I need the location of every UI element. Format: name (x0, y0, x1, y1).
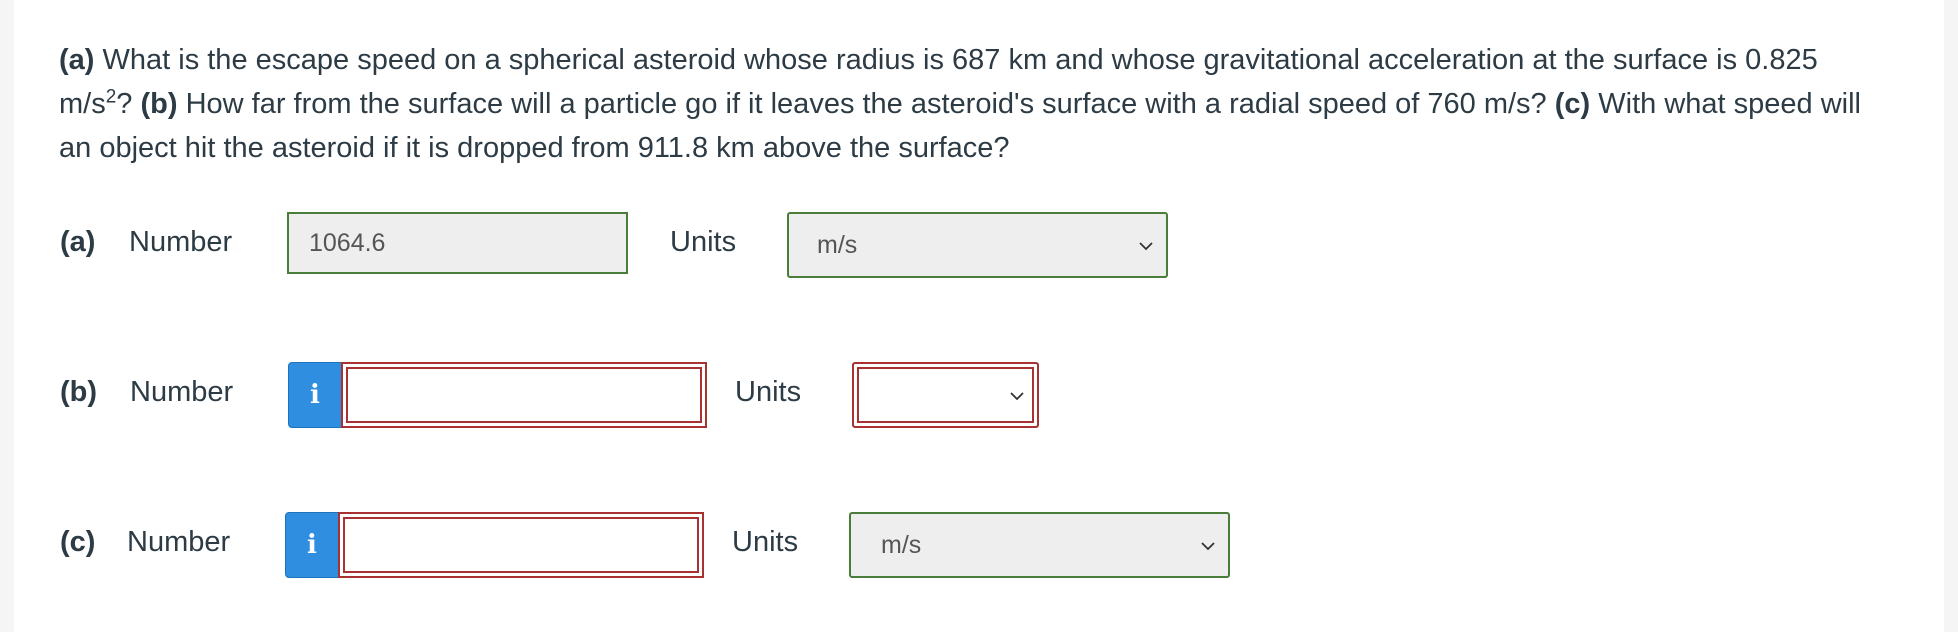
part-label: (b) (60, 376, 98, 408)
chevron-down-icon (1201, 542, 1215, 551)
part-b-text: How far from the surface will a particle… (177, 88, 1555, 120)
units-label: Units (735, 376, 802, 408)
number-input[interactable] (341, 362, 707, 428)
part-c-marker: (c) (1554, 88, 1591, 120)
units-label: Units (670, 226, 737, 258)
info-icon[interactable]: i (285, 512, 339, 578)
part-label: (a) (60, 226, 96, 258)
part-a-tail: ? (116, 88, 141, 120)
number-input[interactable] (338, 512, 704, 578)
question-text: (a) What is the escape speed on a spheri… (59, 38, 1899, 170)
number-label: Number (129, 226, 233, 258)
part-label: (c) (60, 526, 96, 558)
number-label: Number (127, 526, 231, 558)
chevron-down-icon (1010, 392, 1024, 401)
units-select-value: m/s (817, 230, 858, 259)
part-a-marker: (a) (59, 44, 95, 76)
part-b-marker: (b) (140, 88, 178, 120)
exponent: 2 (105, 86, 117, 108)
units-select[interactable]: m/s (849, 512, 1230, 578)
units-select[interactable]: m/s (787, 212, 1168, 278)
number-input[interactable]: 1064.6 (287, 212, 628, 274)
answer-row-c: (c) Number i Units m/s (14, 512, 1914, 578)
units-label: Units (732, 526, 799, 558)
answer-row-b: (b) Number i Units (14, 362, 1914, 428)
chevron-down-icon (1139, 242, 1153, 251)
units-select-value: m/s (881, 530, 922, 559)
number-label: Number (130, 376, 234, 408)
answer-row-a: (a) Number 1064.6 Units m/s (14, 212, 1914, 278)
units-select[interactable] (852, 362, 1039, 428)
info-icon[interactable]: i (288, 362, 342, 428)
question-card: (a) What is the escape speed on a spheri… (14, 0, 1944, 632)
